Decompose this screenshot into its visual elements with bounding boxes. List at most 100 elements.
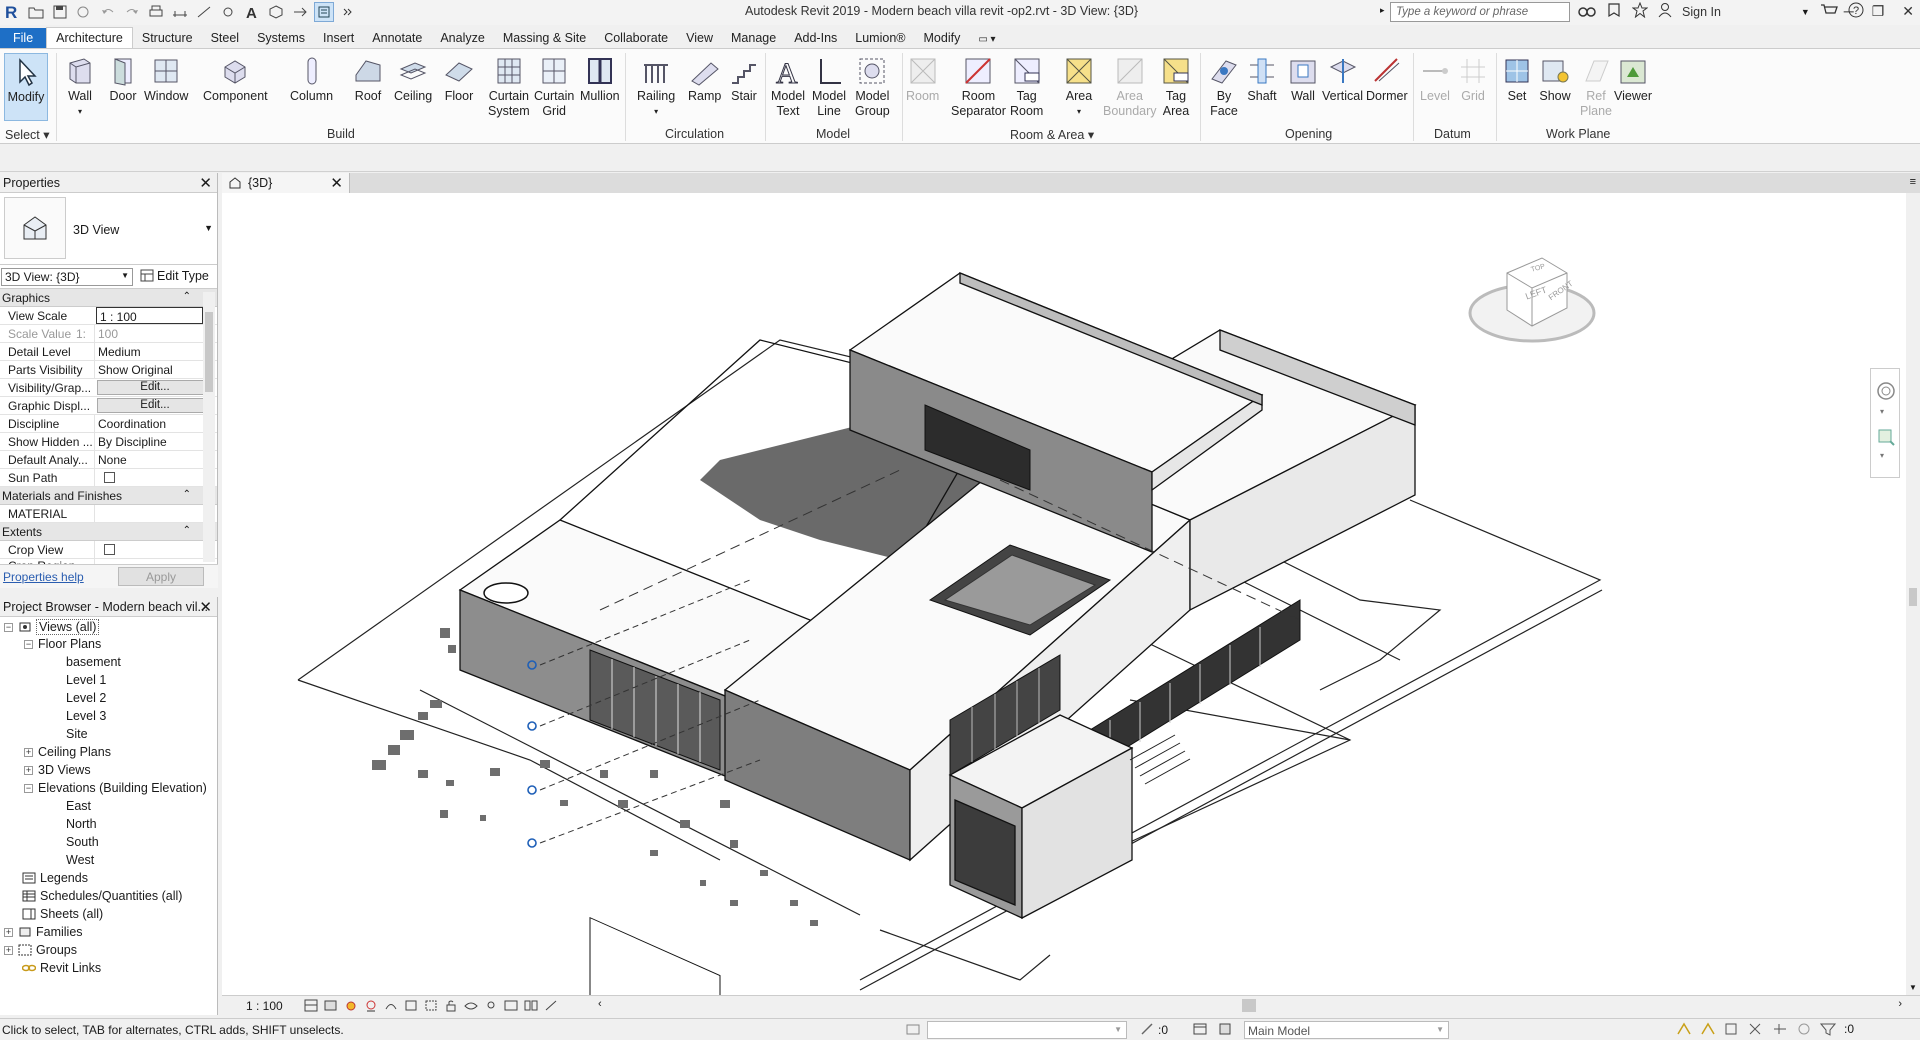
cart-icon[interactable]: [1820, 3, 1838, 20]
search-expand-icon[interactable]: ▸: [1380, 5, 1385, 16]
prop-discipline[interactable]: Discipline Coordination: [0, 415, 217, 433]
customize-qat-icon[interactable]: [338, 2, 358, 22]
vertical-opening-button[interactable]: Vertical: [1322, 55, 1363, 104]
sign-in-link[interactable]: Sign In: [1682, 5, 1721, 19]
steering-wheel-icon[interactable]: [1876, 381, 1896, 404]
zoom-icon[interactable]: [1876, 427, 1896, 450]
scroll-right-icon[interactable]: ›: [1898, 998, 1902, 1010]
tree-floor-plan-level-3[interactable]: Level 3: [66, 709, 106, 723]
collapse-extents-icon[interactable]: ⌃: [183, 525, 191, 536]
column-button[interactable]: Column: [290, 55, 333, 104]
dormer-button[interactable]: Dormer: [1366, 55, 1408, 104]
default-3d-view-icon[interactable]: [266, 2, 286, 22]
level-button[interactable]: Level: [1419, 55, 1451, 104]
window-button[interactable]: Window: [144, 55, 188, 104]
wall-button[interactable]: Wall ▾: [64, 55, 96, 119]
tree-schedules[interactable]: Schedules/Quantities (all): [22, 889, 182, 903]
curtain-grid-button[interactable]: Curtain Grid: [534, 55, 574, 119]
text-icon[interactable]: A: [242, 2, 262, 22]
tab-massing-site[interactable]: Massing & Site: [494, 28, 595, 49]
design-option-selector[interactable]: Main Model ▼: [1244, 1021, 1449, 1039]
building-model[interactable]: [222, 193, 1906, 1040]
tag-room-button[interactable]: Tag Room: [1010, 55, 1043, 119]
crop-view-checkbox[interactable]: [104, 544, 115, 555]
aligned-dimension-icon[interactable]: [194, 2, 214, 22]
visual-style-icon[interactable]: [324, 999, 338, 1015]
model-group-button[interactable]: Model Group: [855, 55, 890, 119]
horizontal-scroll-thumb[interactable]: [1242, 999, 1256, 1012]
tag-icon[interactable]: [218, 2, 238, 22]
save-icon[interactable]: [50, 2, 70, 22]
select-by-face-icon[interactable]: [1748, 1022, 1764, 1039]
tree-families[interactable]: + Families: [4, 925, 83, 939]
tab-list-icon[interactable]: ≡: [1910, 176, 1916, 188]
tab-systems[interactable]: Systems: [248, 28, 314, 49]
component-button[interactable]: Component: [203, 55, 268, 104]
tree-elevation-north[interactable]: North: [66, 817, 97, 831]
model-text-button[interactable]: A Model Text: [771, 55, 805, 119]
tab-collaborate[interactable]: Collaborate: [595, 28, 677, 49]
viewer-button[interactable]: Viewer: [1614, 55, 1652, 104]
prop-default-analysis[interactable]: Default Analy... None: [0, 451, 217, 469]
zoom-dropdown-icon[interactable]: ▾: [1880, 451, 1884, 460]
tree-revit-links[interactable]: Revit Links: [22, 961, 101, 975]
select-pinned-icon[interactable]: [1724, 1022, 1740, 1039]
properties-scroll-thumb[interactable]: [205, 312, 213, 392]
tab-annotate[interactable]: Annotate: [363, 28, 431, 49]
prop-view-scale[interactable]: View Scale 1 : 100: [0, 307, 217, 325]
extents-section[interactable]: Extents ⌃: [0, 523, 217, 541]
tab-architecture[interactable]: Architecture: [46, 27, 133, 49]
measure-icon[interactable]: [170, 2, 190, 22]
tree-elevations[interactable]: − Elevations (Building Elevation): [24, 781, 207, 795]
model-line-button[interactable]: Model Line: [812, 55, 846, 119]
set-work-plane-button[interactable]: Set: [1501, 55, 1533, 104]
collapse-graphics-icon[interactable]: ⌃: [183, 291, 191, 302]
open-icon[interactable]: [26, 2, 46, 22]
tree-ceiling-plans[interactable]: + Ceiling Plans: [24, 745, 111, 759]
grid-button[interactable]: Grid: [1457, 55, 1489, 104]
properties-help-link[interactable]: Properties help: [3, 570, 84, 584]
properties-scrollbar[interactable]: [203, 292, 215, 562]
railing-button[interactable]: Railing ▾: [637, 55, 675, 119]
scroll-down-icon[interactable]: ▼: [1909, 983, 1917, 992]
section-icon[interactable]: [290, 2, 310, 22]
close-view-tab-icon[interactable]: ✕: [330, 174, 343, 192]
revit-logo-icon[interactable]: R: [2, 2, 22, 22]
prop-detail-level[interactable]: Detail Level Medium: [0, 343, 217, 361]
tab-analyze[interactable]: Analyze: [431, 28, 493, 49]
sun-path-checkbox[interactable]: [104, 472, 115, 483]
type-dropdown-icon[interactable]: ▼: [204, 223, 213, 233]
prop-show-hidden[interactable]: Show Hidden ... By Discipline: [0, 433, 217, 451]
opening-wall-button[interactable]: Wall: [1287, 55, 1319, 104]
close-properties-icon[interactable]: ✕: [199, 174, 212, 192]
sign-in-dropdown-icon[interactable]: ▼: [1801, 7, 1810, 17]
prop-parts-visibility[interactable]: Parts Visibility Show Original: [0, 361, 217, 379]
shadows-icon[interactable]: [364, 999, 378, 1015]
exclude-options-icon[interactable]: [1218, 1022, 1232, 1039]
redo-icon[interactable]: [122, 2, 142, 22]
opening-by-face-button[interactable]: By Face: [1208, 55, 1240, 119]
area-boundary-button[interactable]: Area Boundary: [1103, 55, 1157, 119]
apply-button[interactable]: Apply: [118, 567, 204, 586]
mullion-button[interactable]: Mullion: [580, 55, 620, 104]
ribbon-display-toggle-icon[interactable]: ▭ ▾: [969, 31, 1004, 49]
select-underlay-icon[interactable]: [1700, 1022, 1716, 1039]
stair-button[interactable]: Stair: [728, 55, 760, 104]
door-button[interactable]: Door: [107, 55, 139, 104]
temporary-hide-icon[interactable]: [464, 999, 478, 1015]
tab-view[interactable]: View: [677, 28, 722, 49]
collapse-materials-icon[interactable]: ⌃: [183, 489, 191, 500]
viewport-vertical-scrollbar[interactable]: ▼: [1906, 193, 1920, 995]
tree-elevation-west[interactable]: West: [66, 853, 94, 867]
viewcube[interactable]: LEFT FRONT TOP: [1467, 248, 1597, 358]
binoculars-icon[interactable]: [1578, 3, 1596, 20]
scroll-left-icon[interactable]: ‹: [598, 998, 602, 1010]
tab-file[interactable]: File: [0, 28, 47, 49]
wheel-dropdown-icon[interactable]: ▾: [1880, 407, 1884, 416]
materials-section[interactable]: Materials and Finishes ⌃: [0, 487, 217, 505]
select-links-icon[interactable]: [1676, 1022, 1692, 1039]
user-icon[interactable]: [1658, 2, 1672, 21]
tree-floor-plan-basement[interactable]: basement: [66, 655, 121, 669]
type-selector[interactable]: 3D View ▼: [0, 193, 217, 265]
curtain-system-button[interactable]: Curtain System: [488, 55, 530, 119]
